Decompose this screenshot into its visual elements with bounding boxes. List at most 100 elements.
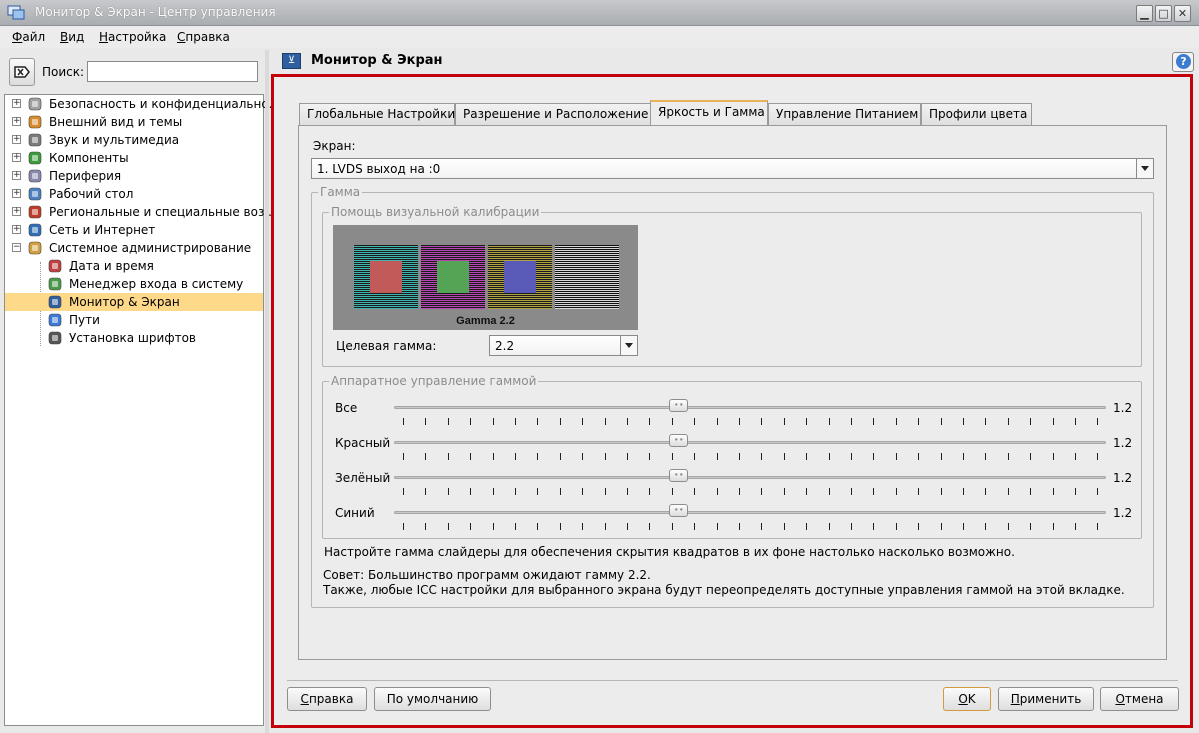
slider-tick xyxy=(470,488,472,495)
help-button[interactable]: ? xyxy=(1172,52,1194,72)
slider-tick xyxy=(582,488,584,495)
minimize-button[interactable]: ▁ xyxy=(1136,5,1153,22)
slider-tick xyxy=(1052,418,1054,425)
slider-handle[interactable]: ∙∙ xyxy=(669,469,689,482)
tab-color-profiles[interactable]: Профили цвета xyxy=(921,103,1032,126)
slider-tick xyxy=(470,418,472,425)
menu-view[interactable]: Вид xyxy=(60,30,84,44)
expand-icon[interactable]: + xyxy=(12,171,21,180)
login-icon xyxy=(47,276,63,292)
tab-power-management[interactable]: Управление Питанием xyxy=(768,103,921,126)
close-button[interactable]: ✕ xyxy=(1174,5,1191,22)
slider-tick xyxy=(627,418,628,425)
gamma-caption: Gamma 2.2 xyxy=(456,315,515,327)
expand-icon[interactable]: + xyxy=(12,207,21,216)
slider-tick xyxy=(1097,453,1099,460)
search-input[interactable] xyxy=(87,61,258,82)
slider-tick xyxy=(828,488,830,495)
tree-item-label: Дата и время xyxy=(69,259,154,273)
slider-row-all: Все ∙∙ 1.2 xyxy=(335,399,1132,432)
slider-tick xyxy=(649,453,651,460)
slider-tick xyxy=(716,523,718,530)
tree-item[interactable]: + Внешний вид и темы xyxy=(5,113,263,131)
slider-tick xyxy=(425,488,427,495)
slider-track[interactable] xyxy=(394,406,1106,409)
tree-item[interactable]: − Системное администрирование xyxy=(5,239,263,257)
tree-item[interactable]: + Звук и мультимедиа xyxy=(5,131,263,149)
expand-icon[interactable]: + xyxy=(12,153,21,162)
tree-item[interactable]: + Компоненты xyxy=(5,149,263,167)
collapse-icon[interactable]: − xyxy=(12,243,21,252)
hardware-gamma-group-title: Аппаратное управление гаммой xyxy=(329,374,539,388)
slider-tick xyxy=(1097,523,1099,530)
clock-icon xyxy=(47,258,63,274)
tab-resolution-layout[interactable]: Разрешение и Расположение xyxy=(455,103,651,126)
tree-item[interactable]: Дата и время xyxy=(5,257,263,275)
slider-tick xyxy=(403,418,404,425)
tab-brightness-gamma[interactable]: Яркость и Гамма xyxy=(650,100,768,127)
slider-track[interactable] xyxy=(394,511,1106,514)
expand-icon[interactable]: + xyxy=(12,225,21,234)
slider-tick xyxy=(1030,488,1032,495)
tab-global-settings[interactable]: Глобальные Настройки xyxy=(299,103,455,126)
slider-tick xyxy=(940,488,942,495)
slider-tick xyxy=(649,488,651,495)
slider-tick xyxy=(739,418,740,425)
menu-settings[interactable]: Настройка xyxy=(99,30,166,44)
tree-item[interactable]: Пути xyxy=(5,311,263,329)
slider-handle[interactable]: ∙∙ xyxy=(669,399,689,412)
cancel-button[interactable]: Отмена xyxy=(1100,687,1179,711)
slider-tick xyxy=(828,523,830,530)
slider-tick xyxy=(694,488,696,495)
tip-text-1: Совет: Большинство программ ожидают гамм… xyxy=(323,568,651,582)
tree-item[interactable]: + Сеть и Интернет xyxy=(5,221,263,239)
expand-icon[interactable]: + xyxy=(12,135,21,144)
slider-row-green: Зелёный ∙∙ 1.2 xyxy=(335,469,1132,502)
maximize-button[interactable]: □ xyxy=(1155,5,1172,22)
slider-track[interactable] xyxy=(394,476,1106,479)
tree-item[interactable]: + Периферия xyxy=(5,167,263,185)
expand-icon[interactable]: + xyxy=(12,99,21,108)
slider-tick xyxy=(649,418,651,425)
tree-item[interactable]: + Безопасность и конфиденциально... xyxy=(5,95,280,113)
module-tree[interactable]: + Безопасность и конфиденциально... + Внешн… xyxy=(4,94,280,726)
slider-tick xyxy=(447,418,449,425)
calibration-square-black xyxy=(555,245,619,309)
slider-tick xyxy=(447,488,449,495)
tree-item-label: Менеджер входа в систему xyxy=(69,277,244,291)
expand-icon[interactable]: + xyxy=(12,189,21,198)
slider-handle[interactable]: ∙∙ xyxy=(669,434,689,447)
slider-tick xyxy=(716,453,718,460)
tree-item[interactable]: + Рабочий стол xyxy=(5,185,263,203)
slider-tick xyxy=(940,453,942,460)
slider-track[interactable] xyxy=(394,441,1106,444)
cube-icon xyxy=(47,312,63,328)
pane-splitter[interactable] xyxy=(265,50,269,733)
defaults-button[interactable]: По умолчанию xyxy=(374,687,491,711)
slider-tick xyxy=(716,418,718,425)
clear-search-button[interactable] xyxy=(9,58,35,86)
slider-tick xyxy=(515,418,516,425)
slider-handle[interactable]: ∙∙ xyxy=(669,504,689,517)
target-gamma-select[interactable]: 2.2 xyxy=(489,335,638,356)
font-icon xyxy=(47,330,63,346)
help-dialog-button[interactable]: Справка xyxy=(287,687,367,711)
ok-button[interactable]: OK xyxy=(943,687,991,711)
components-icon xyxy=(27,150,43,166)
search-label: Поиск: xyxy=(42,65,85,79)
gamma-calibration-image: Gamma 2.2 xyxy=(333,225,638,330)
tree-item[interactable]: Установка шрифтов xyxy=(5,329,263,347)
menu-help[interactable]: Справка xyxy=(177,30,230,44)
apply-button[interactable]: Применить xyxy=(998,687,1094,711)
tree-item[interactable]: Монитор & Экран xyxy=(5,293,263,311)
tree-item[interactable]: Менеджер входа в систему xyxy=(5,275,263,293)
slider-tick xyxy=(559,418,561,425)
screen-select[interactable]: 1. LVDS выход на :0 xyxy=(311,158,1154,179)
slider-tick xyxy=(515,523,516,530)
slider-tick xyxy=(1007,488,1009,495)
slider-tick xyxy=(963,523,964,530)
expand-icon[interactable]: + xyxy=(12,117,21,126)
menu-file[interactable]: Файл xyxy=(12,30,45,44)
tree-item[interactable]: + Региональные и специальные воз... xyxy=(5,203,276,221)
slider-tick xyxy=(559,523,561,530)
